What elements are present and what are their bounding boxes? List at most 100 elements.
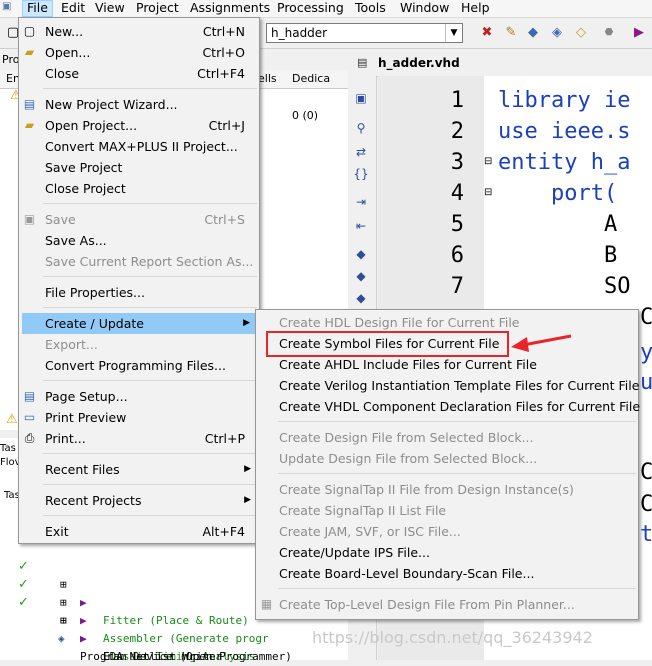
menu-item-open-project[interactable]: ▰ Open Project... Ctrl+J — [19, 115, 259, 136]
menu-item-page-setup[interactable]: ▤ Page Setup... — [19, 386, 259, 407]
entity-combo[interactable]: h_hadder ▼ — [266, 23, 463, 43]
task-row[interactable]: ◈ Program Device (Open Programmer) — [0, 612, 292, 663]
menu-item-recent-files[interactable]: Recent Files ▶ — [19, 459, 259, 480]
menu-item-shortcut: Ctrl+S — [204, 212, 245, 227]
menu-tools[interactable]: Tools — [351, 0, 390, 17]
menu-item-save-report-section[interactable]: Save Current Report Section As... — [19, 251, 259, 272]
menu-edit[interactable]: Edit — [57, 0, 89, 17]
chevron-down-icon[interactable]: ▼ — [445, 24, 462, 42]
menu-item-save-as[interactable]: Save As... — [19, 230, 259, 251]
chip-x-icon[interactable]: ✖ — [478, 24, 496, 42]
menu-item-close[interactable]: Close Ctrl+F4 — [19, 63, 259, 84]
submenu-item-top-level-from-pin-planner[interactable]: ▦ Create Top-Level Design File From Pin … — [256, 594, 638, 615]
fold-icon[interactable]: ⊟ — [484, 187, 492, 198]
submenu-item-update-design-from-block[interactable]: Update Design File from Selected Block..… — [256, 448, 638, 469]
submenu-item-create-vhdl-component[interactable]: Create VHDL Component Declaration Files … — [256, 396, 640, 417]
submenu-item-create-ips[interactable]: Create/Update IPS File... — [256, 542, 638, 563]
prev-bookmark-icon[interactable]: ◆ — [352, 290, 370, 306]
page-setup-icon: ▤ — [23, 389, 36, 403]
insert-template-icon[interactable]: ▣ — [352, 90, 370, 106]
menu-item-label: Save — [45, 212, 76, 227]
outdent-icon[interactable]: ⇤ — [352, 218, 370, 234]
column-header-dedicated[interactable]: Dedica — [292, 72, 330, 85]
task-label: Program Device (Open Programmer) — [80, 650, 292, 663]
stop-icon[interactable]: ⬣ — [600, 24, 618, 42]
task-row[interactable]: ✓ ⊞ ▶ Assembler (Generate progr — [0, 558, 269, 645]
menu-item-recent-projects[interactable]: Recent Projects ▶ — [19, 490, 259, 511]
compile-icon[interactable]: ◆ — [524, 24, 542, 42]
pin-planner-icon: ▦ — [260, 597, 273, 611]
menu-item-label: Create Top-Level Design File From Pin Pl… — [279, 597, 575, 612]
expand-icon[interactable]: ⊞ — [60, 576, 67, 594]
settings-icon[interactable]: ◇ — [572, 24, 590, 42]
task-label: Assembler (Generate progr — [103, 632, 269, 645]
menu-help[interactable]: Help — [457, 0, 494, 17]
indent-icon[interactable]: ⇥ — [352, 194, 370, 210]
code-line: B — [498, 243, 618, 268]
next-bookmark-icon[interactable]: ◆ — [352, 268, 370, 284]
menu-item-print[interactable]: ⎙ Print... Ctrl+P — [19, 428, 259, 449]
menu-item-new[interactable]: ▢ New... Ctrl+N — [19, 21, 259, 42]
menu-item-file-properties[interactable]: File Properties... — [19, 282, 259, 303]
menu-item-open[interactable]: ▰ Open... Ctrl+O — [19, 42, 259, 63]
menu-item-exit[interactable]: Exit Alt+F4 — [19, 521, 259, 542]
play-icon[interactable]: ▶ — [80, 630, 87, 648]
menu-item-new-project-wizard[interactable]: ▤ New Project Wizard... — [19, 94, 259, 115]
app-icon: ▣ — [2, 1, 12, 12]
menu-assignments[interactable]: Assignments — [186, 0, 274, 17]
new-file-icon: ▢ — [23, 24, 36, 38]
menu-item-save[interactable]: ▣ Save Ctrl+S — [19, 209, 259, 230]
menu-item-convert-programming-files[interactable]: Convert Programming Files... — [19, 355, 259, 376]
menu-separator — [43, 380, 257, 381]
menu-view[interactable]: View — [91, 0, 129, 17]
find-replace-icon[interactable]: ⇄ — [352, 144, 370, 160]
menu-item-create-update[interactable]: Create / Update ▶ — [22, 313, 258, 334]
menu-item-shortcut: Ctrl+O — [202, 45, 245, 60]
submenu-item-create-jam-svf-isc[interactable]: Create JAM, SVF, or ISC File... — [256, 521, 638, 542]
line-number: 4 — [450, 181, 464, 206]
find-icon[interactable]: ⚲ — [352, 120, 370, 136]
save-icon: ▣ — [23, 212, 36, 226]
submenu-item-signaltap-list[interactable]: Create SignalTap II List File — [256, 500, 638, 521]
submenu-item-boundary-scan[interactable]: Create Board-Level Boundary-Scan File... — [256, 563, 638, 584]
check-icon[interactable]: ◈ — [548, 24, 566, 42]
menu-item-label: Export... — [45, 337, 98, 352]
menu-window[interactable]: Window — [396, 0, 453, 17]
bookmark-icon[interactable]: ◆ — [352, 246, 370, 262]
menu-item-convert-maxplus[interactable]: Convert MAX+PLUS II Project... — [19, 136, 259, 157]
menu-item-save-project[interactable]: Save Project — [19, 157, 259, 178]
menu-separator — [43, 203, 257, 204]
submenu-item-create-verilog-template[interactable]: Create Verilog Instantiation Template Fi… — [256, 375, 639, 396]
check-icon: ✓ — [18, 559, 29, 574]
menu-project[interactable]: Project — [132, 0, 183, 17]
task-row[interactable]: ⊞ ▶ EDA Netlist Writer — [0, 594, 222, 663]
task-row[interactable]: ✓ ⊞ ▶ Classic Timing Analysis — [0, 576, 255, 663]
play-icon[interactable]: ▶ — [630, 24, 648, 42]
line-number: 5 — [450, 212, 464, 237]
submenu-item-create-design-from-block[interactable]: Create Design File from Selected Block..… — [256, 427, 638, 448]
menu-item-shortcut: Ctrl+J — [208, 118, 245, 133]
menu-processing[interactable]: Processing — [273, 0, 348, 17]
task-row[interactable]: ✓ ⊞ ▶ Fitter (Place & Route) — [0, 540, 249, 627]
submenu-item-create-hdl[interactable]: Create HDL Design File for Current File — [256, 312, 638, 333]
expand-icon[interactable]: ⊞ — [60, 612, 67, 630]
open-folder-icon: ▰ — [24, 45, 35, 59]
editor-tab[interactable]: h_adder.vhd — [378, 52, 478, 74]
play-icon[interactable]: ▶ — [80, 612, 87, 630]
menu-item-close-project[interactable]: Close Project — [19, 178, 259, 199]
menu-item-export[interactable]: Export... — [19, 334, 259, 355]
code-line: library ie — [498, 88, 631, 113]
menu-separator — [278, 588, 636, 589]
submenu-item-create-ahdl-include[interactable]: Create AHDL Include Files for Current Fi… — [256, 354, 638, 375]
menu-item-shortcut: Ctrl+P — [204, 431, 245, 446]
menu-file[interactable]: File — [22, 0, 53, 17]
braces-icon[interactable]: {} — [352, 166, 370, 182]
submenu-item-signaltap-from-instance[interactable]: Create SignalTap II File from Design Ins… — [256, 479, 638, 500]
menu-item-print-preview[interactable]: ▭ Print Preview — [19, 407, 259, 428]
fold-icon[interactable]: ⊟ — [484, 156, 492, 167]
pencil-icon[interactable]: ✎ — [502, 24, 520, 42]
task-label: Fitter (Place & Route) — [103, 614, 249, 627]
column-header-cells[interactable]: ells — [258, 72, 277, 85]
play-icon[interactable]: ▶ — [80, 594, 87, 612]
expand-icon[interactable]: ⊞ — [60, 594, 67, 612]
